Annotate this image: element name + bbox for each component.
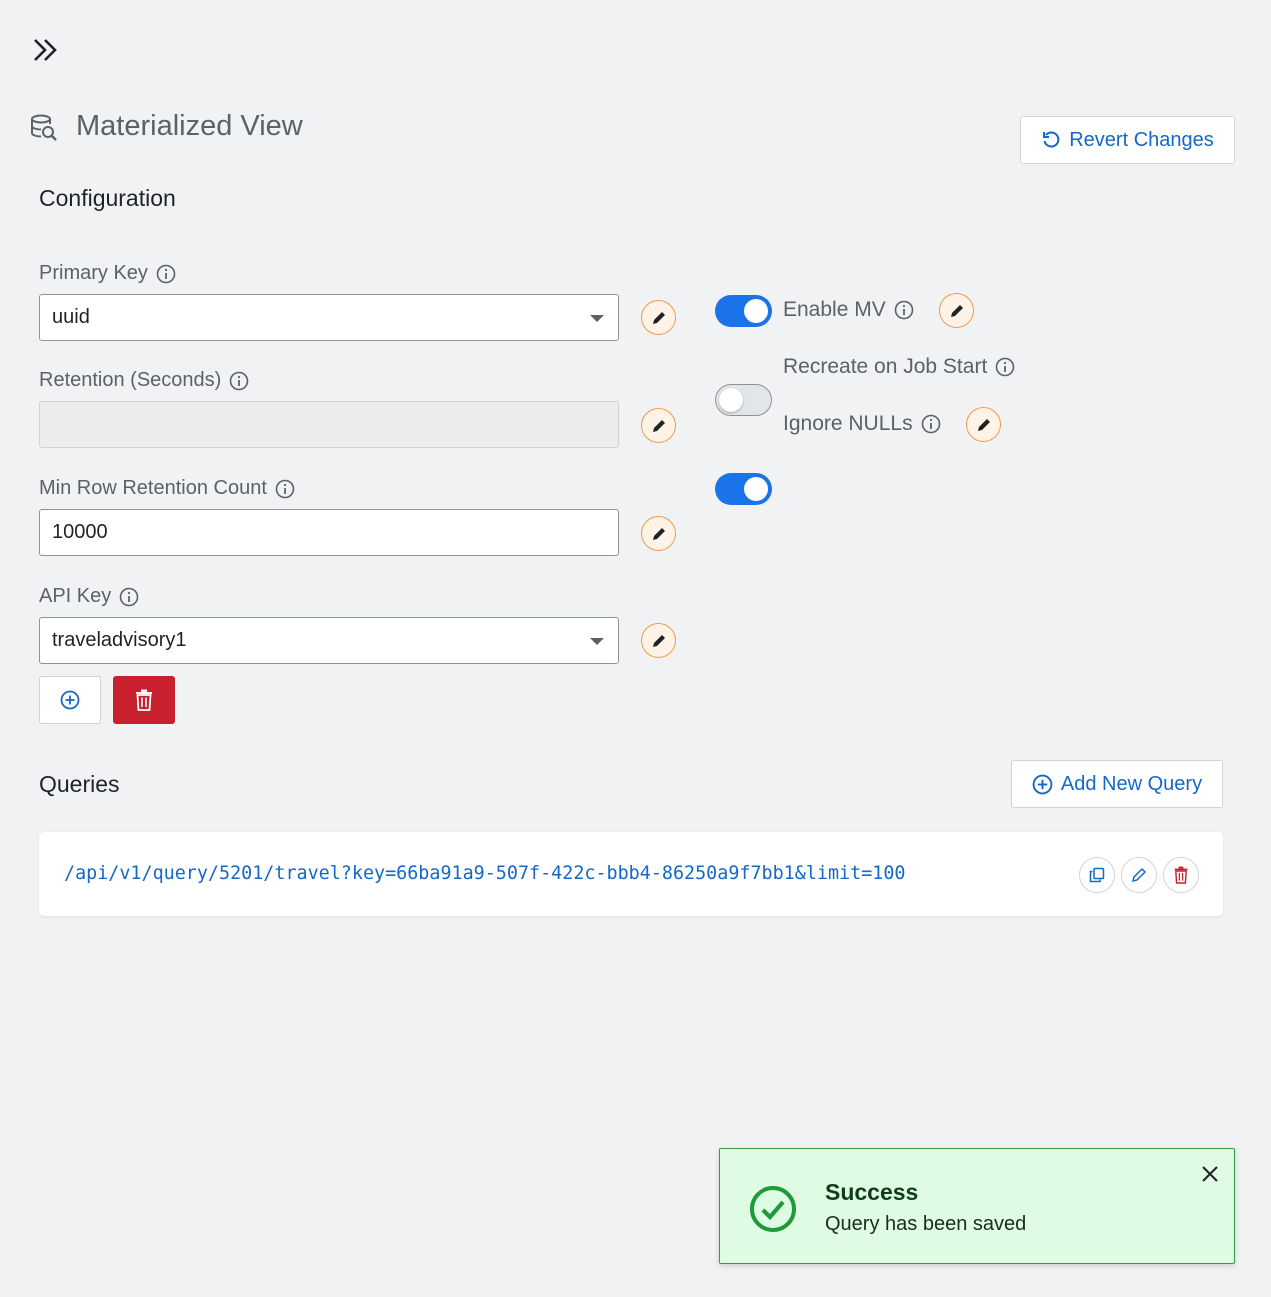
pencil-icon [1131,867,1147,883]
delete-query-button[interactable] [1163,857,1199,893]
info-icon[interactable] [275,479,295,499]
primary-key-value: uuid [52,306,90,328]
min-row-value: 10000 [52,521,108,543]
api-key-label-text: API Key [39,585,112,607]
pencil-icon [652,311,665,324]
caret-down-icon [590,315,604,322]
retention-label: Retention (Seconds) [39,369,249,392]
info-icon[interactable] [921,414,941,434]
api-key-value: traveladvisory1 [52,629,187,651]
info-icon[interactable] [156,264,176,284]
plus-circle-icon [60,690,80,710]
queries-heading: Queries [39,771,120,797]
pencil-icon [950,304,963,317]
api-key-select[interactable]: traveladvisory1 [39,617,619,664]
revert-changes-button[interactable]: Revert Changes [1020,116,1235,164]
copy-query-button[interactable] [1079,857,1115,893]
close-icon [1202,1166,1218,1182]
pencil-icon [652,634,665,647]
primary-key-label-text: Primary Key [39,262,148,284]
close-toast-button[interactable] [1198,1162,1222,1186]
edit-enable-mv-button[interactable] [939,293,974,328]
copy-icon [1089,867,1105,883]
edit-primary-key-button[interactable] [641,300,676,335]
database-search-icon [29,113,59,143]
enable-mv-label: Enable MV [783,298,914,322]
add-new-query-label: Add New Query [1060,772,1203,795]
min-row-input[interactable]: 10000 [39,509,619,556]
retention-input[interactable] [39,401,619,448]
retention-label-text: Retention (Seconds) [39,369,222,391]
pencil-icon [652,527,665,540]
ignore-nulls-label: Ignore NULLs [783,412,941,436]
enable-mv-label-text: Enable MV [783,298,886,321]
min-row-label-text: Min Row Retention Count [39,477,267,499]
recreate-on-job-start-toggle[interactable] [715,384,772,416]
configuration-heading: Configuration [39,185,176,211]
plus-circle-icon [1032,774,1053,794]
undo-icon [1043,131,1060,148]
api-key-label: API Key [39,585,139,608]
edit-query-button[interactable] [1121,857,1157,893]
primary-key-label: Primary Key [39,262,176,285]
add-new-query-button[interactable]: Add New Query [1011,760,1223,808]
page-title: Materialized View [76,110,303,142]
toast-message: Query has been saved [825,1213,1027,1235]
query-card: /api/v1/query/5201/travel?key=66ba91a9-5… [39,832,1223,916]
recreate-label: Recreate on Job Start [783,355,1015,379]
pencil-icon [652,419,665,432]
primary-key-select[interactable]: uuid [39,294,619,341]
recreate-label-text: Recreate on Job Start [783,355,988,378]
delete-api-key-button[interactable] [113,676,175,724]
double-chevron-right-icon [34,39,57,61]
query-url-link[interactable]: /api/v1/query/5201/travel?key=66ba91a9-5… [64,863,905,884]
add-api-key-button[interactable] [39,676,101,724]
info-icon[interactable] [894,300,914,320]
edit-min-row-button[interactable] [641,516,676,551]
revert-changes-label: Revert Changes [1069,128,1214,151]
info-icon[interactable] [995,357,1015,377]
ignore-nulls-toggle[interactable] [715,473,772,505]
expand-sidebar-button[interactable] [28,34,62,66]
ignore-nulls-label-text: Ignore NULLs [783,412,913,435]
pencil-icon [977,418,990,431]
edit-retention-button[interactable] [641,408,676,443]
info-icon[interactable] [229,371,249,391]
edit-api-key-button[interactable] [641,623,676,658]
min-row-label: Min Row Retention Count [39,477,295,500]
check-circle-icon [750,1186,796,1232]
success-toast: Success Query has been saved [719,1148,1235,1264]
edit-ignore-nulls-button[interactable] [966,407,1001,442]
trash-icon [1174,866,1188,884]
trash-icon [136,689,152,711]
enable-mv-toggle[interactable] [715,295,772,327]
info-icon[interactable] [119,587,139,607]
caret-down-icon [590,638,604,645]
toast-title: Success [825,1179,919,1205]
